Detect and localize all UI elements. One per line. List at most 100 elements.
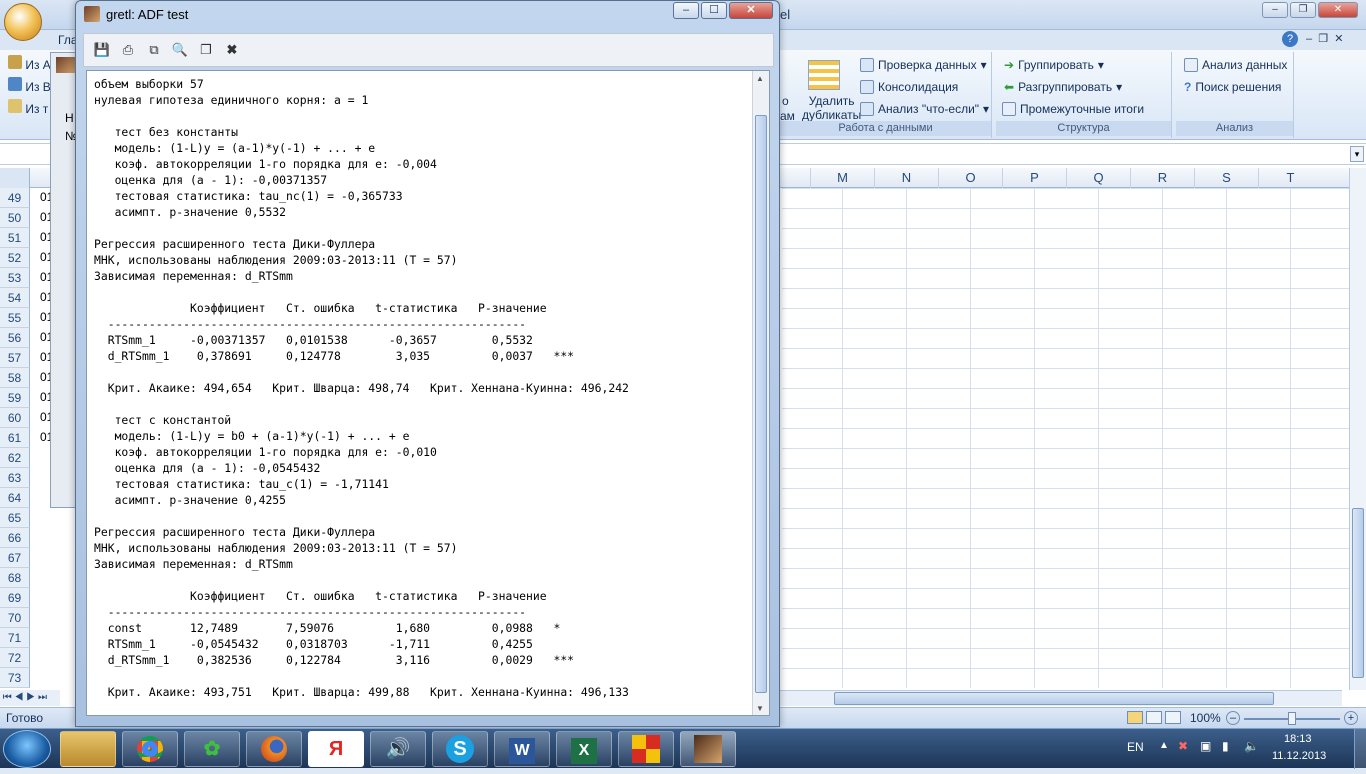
- column-header[interactable]: P: [1002, 168, 1066, 188]
- scroll-up-icon[interactable]: ▲: [756, 74, 764, 83]
- skype-icon[interactable]: S: [432, 731, 488, 767]
- restore-icon[interactable]: ❐: [1290, 2, 1316, 18]
- zoom-slider-thumb[interactable]: [1288, 712, 1296, 725]
- column-header[interactable]: O: [938, 168, 1002, 188]
- close-icon[interactable]: ✕: [729, 2, 773, 19]
- chrome-icon[interactable]: [122, 731, 178, 767]
- zoom-in-icon[interactable]: +: [1344, 711, 1358, 725]
- what-if-button[interactable]: Анализ "что-если" ▾: [860, 102, 989, 116]
- subtotal-button[interactable]: Промежуточные итоги: [1002, 102, 1144, 116]
- row-header[interactable]: 71: [0, 628, 30, 648]
- worksheet-grid[interactable]: [782, 188, 1350, 688]
- data-validation-button[interactable]: Проверка данных ▾: [860, 58, 987, 72]
- start-button[interactable]: [3, 730, 51, 768]
- remove-duplicates-button[interactable]: Удалить дубликаты: [802, 94, 861, 122]
- signal-icon[interactable]: ▮: [1222, 739, 1229, 753]
- window-icon[interactable]: ❐: [197, 41, 215, 59]
- column-header[interactable]: M: [810, 168, 874, 188]
- row-header[interactable]: 58: [0, 368, 30, 388]
- row-header[interactable]: 67: [0, 548, 30, 568]
- minimize-icon[interactable]: –: [1262, 2, 1288, 18]
- row-header[interactable]: 68: [0, 568, 30, 588]
- from-text-button[interactable]: Из т: [8, 98, 51, 120]
- scroll-down-icon[interactable]: ▼: [756, 704, 764, 713]
- media-icon[interactable]: 🔊: [370, 731, 426, 767]
- gretl-grid-icon[interactable]: [618, 731, 674, 767]
- row-header[interactable]: 49: [0, 188, 30, 208]
- yandex-icon[interactable]: Я: [308, 731, 364, 767]
- column-header[interactable]: Q: [1066, 168, 1130, 188]
- zoom-out-icon[interactable]: –: [1226, 711, 1240, 725]
- page-break-icon[interactable]: [1165, 711, 1181, 724]
- explorer-icon[interactable]: [60, 731, 116, 767]
- row-header[interactable]: 55: [0, 308, 30, 328]
- row-header[interactable]: 66: [0, 528, 30, 548]
- row-header[interactable]: 65: [0, 508, 30, 528]
- row-header[interactable]: 59: [0, 388, 30, 408]
- device-icon[interactable]: ▣: [1200, 739, 1211, 753]
- excel-icon[interactable]: X: [556, 731, 612, 767]
- find-icon[interactable]: 🔍: [171, 41, 189, 59]
- expand-formula-icon[interactable]: ▾: [1350, 146, 1364, 162]
- row-header[interactable]: 72: [0, 648, 30, 668]
- word-icon[interactable]: W: [494, 731, 550, 767]
- ungroup-button[interactable]: ⬅ Разгруппировать ▾: [1004, 80, 1122, 94]
- scroll-thumb[interactable]: [755, 115, 767, 693]
- clock-date[interactable]: 11.12.2013: [1272, 750, 1326, 762]
- close-doc-icon[interactable]: ✖: [223, 41, 241, 59]
- row-header[interactable]: 60: [0, 408, 30, 428]
- row-header[interactable]: 56: [0, 328, 30, 348]
- row-header[interactable]: 69: [0, 588, 30, 608]
- row-header[interactable]: 52: [0, 248, 30, 268]
- network-error-icon[interactable]: ✖: [1178, 739, 1188, 753]
- column-header[interactable]: S: [1194, 168, 1258, 188]
- row-header[interactable]: 62: [0, 448, 30, 468]
- show-desktop-button[interactable]: [1354, 729, 1366, 769]
- row-header[interactable]: 51: [0, 228, 30, 248]
- maximize-icon[interactable]: ☐: [701, 2, 727, 19]
- language-indicator[interactable]: EN: [1127, 740, 1144, 754]
- print-icon[interactable]: ⎙: [119, 41, 137, 59]
- volume-icon[interactable]: 🔈: [1244, 739, 1259, 753]
- page-layout-icon[interactable]: [1146, 711, 1162, 724]
- copy-icon[interactable]: ⧉: [145, 41, 163, 59]
- select-all-corner[interactable]: [0, 168, 30, 188]
- minimize-icon[interactable]: –: [673, 2, 699, 19]
- vertical-scrollbar[interactable]: ▲ ▼: [752, 71, 769, 715]
- row-header[interactable]: 70: [0, 608, 30, 628]
- adf-output-text[interactable]: объем выборки 57 нулевая гипотеза единич…: [86, 70, 770, 716]
- normal-view-icon[interactable]: [1127, 711, 1143, 724]
- row-header[interactable]: 53: [0, 268, 30, 288]
- row-header[interactable]: 50: [0, 208, 30, 228]
- row-header[interactable]: 73: [0, 668, 30, 688]
- row-header[interactable]: 64: [0, 488, 30, 508]
- office-button[interactable]: [4, 3, 42, 41]
- gretl-icon[interactable]: [680, 731, 736, 767]
- scroll-thumb[interactable]: [834, 692, 1274, 705]
- sheet-nav-buttons[interactable]: ⏮ ◀ ▶ ⏭: [0, 690, 60, 706]
- vertical-scrollbar[interactable]: [1349, 168, 1366, 690]
- row-header[interactable]: 63: [0, 468, 30, 488]
- row-header[interactable]: 54: [0, 288, 30, 308]
- firefox-icon[interactable]: [246, 731, 302, 767]
- data-analysis-button[interactable]: Анализ данных: [1184, 58, 1287, 72]
- horizontal-scrollbar[interactable]: [780, 690, 1342, 706]
- help-icon[interactable]: ?: [1282, 31, 1298, 47]
- solver-button[interactable]: ? Поиск решения: [1184, 80, 1281, 94]
- gretl-title-bar[interactable]: gretl: ADF test – ☐ ✕: [76, 1, 779, 27]
- consolidate-button[interactable]: Консолидация: [860, 80, 958, 94]
- close-icon[interactable]: ✕: [1318, 2, 1358, 18]
- scroll-thumb[interactable]: [1352, 508, 1364, 678]
- column-header[interactable]: T: [1258, 168, 1322, 188]
- save-icon[interactable]: 💾: [93, 41, 111, 59]
- clock-time[interactable]: 18:13: [1284, 733, 1312, 745]
- from-web-button[interactable]: Из В: [8, 76, 51, 98]
- column-header[interactable]: N: [874, 168, 938, 188]
- tray-expand-icon[interactable]: ▲: [1159, 740, 1169, 751]
- column-header[interactable]: R: [1130, 168, 1194, 188]
- row-header[interactable]: 61: [0, 428, 30, 448]
- icq-icon[interactable]: ✿: [184, 731, 240, 767]
- row-header[interactable]: 57: [0, 348, 30, 368]
- from-access-button[interactable]: Из А: [8, 54, 51, 76]
- group-button[interactable]: ➔ Группировать ▾: [1004, 58, 1104, 72]
